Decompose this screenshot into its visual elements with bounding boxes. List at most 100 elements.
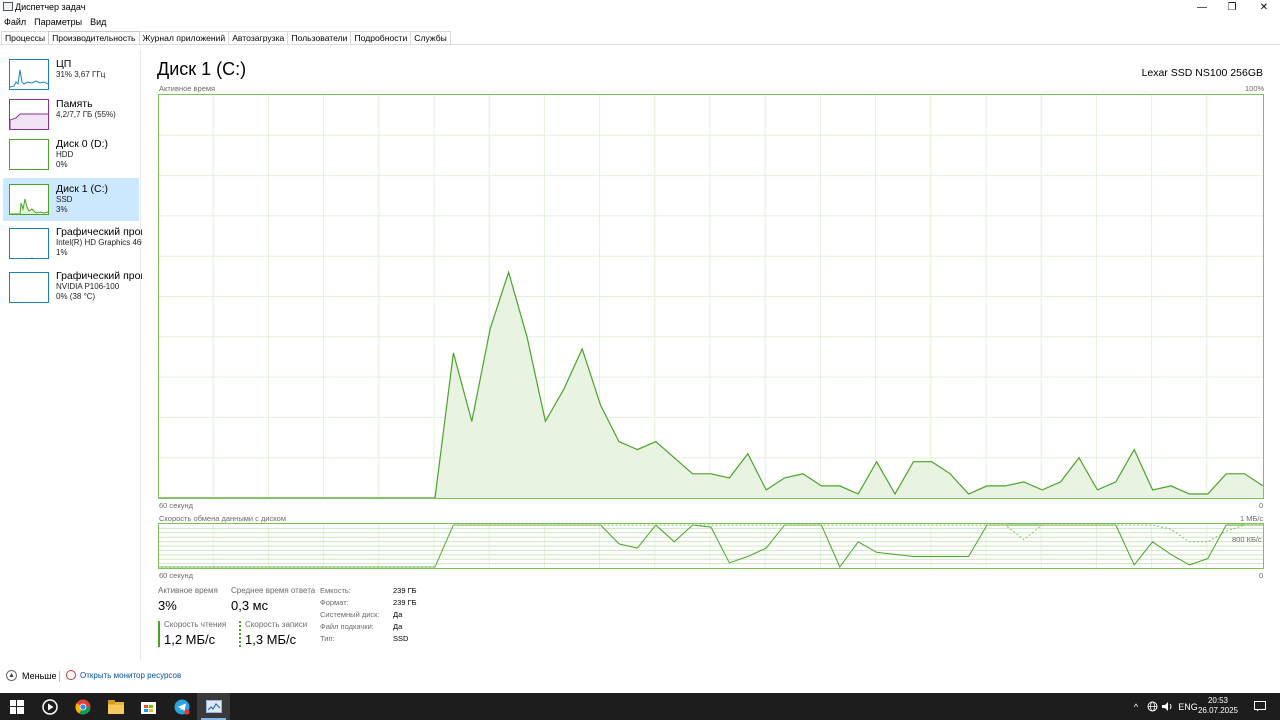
tab-users[interactable]: Пользователи <box>287 31 352 44</box>
write-legend-bar <box>239 621 241 647</box>
chrome-icon <box>74 699 91 715</box>
folder-icon <box>107 699 124 714</box>
taskbar-media-player[interactable] <box>33 693 66 720</box>
task-manager-taskbar-icon <box>205 699 222 713</box>
prop-value: Да <box>393 610 403 619</box>
sidebar-item-cpu[interactable]: ЦП 31% 3,67 ГГц <box>3 55 139 97</box>
disk1-thumbnail <box>9 184 49 215</box>
taskbar-clock[interactable]: 20:53 26.07.2025 <box>1196 696 1240 716</box>
fewer-details-button[interactable]: ▲ Меньше <box>6 670 57 681</box>
notifications-icon[interactable] <box>1250 693 1270 720</box>
tab-performance[interactable]: Производительность <box>48 31 140 45</box>
taskbar-chrome[interactable] <box>66 693 99 720</box>
sidebar-item-usage: 0% (38 °C) <box>56 292 96 301</box>
sidebar-item-label: Диск 1 (C:) <box>56 183 108 195</box>
prop-value: 239 ГБ <box>393 586 417 595</box>
resource-monitor-icon <box>66 670 76 680</box>
start-button[interactable] <box>0 693 33 720</box>
prop-key: Файл подкачки: <box>320 622 374 631</box>
transfer-x-label: 60 секунд <box>159 571 193 580</box>
active-time-graph <box>158 94 1264 499</box>
transfer-mid-label: 800 КБ/с <box>1232 535 1262 544</box>
read-legend-bar <box>158 621 160 647</box>
transfer-chart <box>159 524 1263 568</box>
page-title: Диск 1 (C:) <box>157 59 247 79</box>
prop-value: 239 ГБ <box>393 598 417 607</box>
network-icon[interactable] <box>1145 693 1159 720</box>
sidebar-item-label: Диск 0 (D:) <box>56 138 108 150</box>
taskbar-telegram[interactable] <box>165 693 198 720</box>
show-hidden-icons-button[interactable]: ^ <box>1129 693 1143 720</box>
prop-value: Да <box>393 622 403 631</box>
tab-strip: Процессы Производительность Журнал прило… <box>1 31 451 45</box>
window-title: Диспетчер задач <box>15 2 86 12</box>
transfer-max: 1 МБ/с <box>1240 514 1264 523</box>
performance-sidebar: ЦП 31% 3,67 ГГц Память 4,2/7,7 ГБ (55%) … <box>0 50 142 660</box>
sidebar-item-disk1[interactable]: Диск 1 (C:) SSD 3% <box>3 178 139 221</box>
sidebar-item-disk0[interactable]: Диск 0 (D:) HDD 0% <box>3 135 139 179</box>
prop-value: SSD <box>393 634 409 643</box>
sidebar-item-detail: HDD <box>56 150 74 159</box>
clock-time: 20:53 <box>1207 696 1229 705</box>
stat-read-value: 1,2 МБ/с <box>164 632 216 647</box>
sidebar-item-label: ЦП <box>56 58 72 70</box>
volume-icon[interactable] <box>1161 693 1175 720</box>
transfer-label: Скорость обмена данными с диском <box>159 514 286 523</box>
stat-active-time-label: Активное время <box>158 586 218 595</box>
language-indicator[interactable]: ENG <box>1178 693 1198 720</box>
taskbar-file-explorer[interactable] <box>99 693 132 720</box>
sidebar-item-memory[interactable]: Память 4,2/7,7 ГБ (55%) <box>3 95 139 137</box>
stat-response-value: 0,3 мс <box>231 598 269 613</box>
active-time-area <box>159 272 1263 498</box>
cpu-thumbnail <box>9 59 49 90</box>
stat-response-label: Среднее время ответа <box>231 586 316 595</box>
sidebar-item-gpu1[interactable]: Графический процессор 1 NVIDIA P106-100 … <box>3 267 142 311</box>
taskbar-store[interactable] <box>132 693 165 720</box>
footer-divider <box>59 671 60 682</box>
sidebar-item-usage: 3% <box>56 205 68 214</box>
tab-details[interactable]: Подробности <box>350 31 412 44</box>
active-time-series-line <box>159 270 1264 499</box>
sidebar-item-detail: 4,2/7,7 ГБ (55%) <box>56 110 116 119</box>
active-time-x-label: 60 секунд <box>159 501 193 510</box>
windows-logo-icon <box>9 699 24 714</box>
disk0-thumbnail <box>9 139 49 170</box>
menu-options[interactable]: Параметры <box>30 15 86 29</box>
sidebar-item-detail: SSD <box>56 195 73 204</box>
sidebar-item-detail: NVIDIA P106-100 <box>56 282 120 291</box>
open-resource-monitor-link[interactable]: Открыть монитор ресурсов <box>66 670 181 680</box>
tab-app-history[interactable]: Журнал приложений <box>138 31 230 44</box>
menu-bar: Файл Параметры Вид <box>0 15 110 29</box>
menu-view[interactable]: Вид <box>86 15 110 29</box>
resource-monitor-label: Открыть монитор ресурсов <box>80 670 182 680</box>
close-button[interactable]: ✕ <box>1248 0 1280 14</box>
chevron-up-icon: ▲ <box>6 670 17 681</box>
memory-thumbnail <box>9 99 49 130</box>
title-bar: Диспетчер задач — ❐ ✕ <box>0 0 1280 14</box>
task-manager-icon <box>3 2 13 11</box>
stat-active-time-value: 3% <box>158 598 177 613</box>
sidebar-item-detail: Intel(R) HD Graphics 4600 <box>56 238 142 247</box>
tab-services[interactable]: Службы <box>410 31 451 44</box>
sidebar-item-gpu0[interactable]: Графический процессор 0 Intel(R) HD Grap… <box>3 223 142 267</box>
stat-read-label: Скорость чтения <box>164 620 227 629</box>
gpu0-thumbnail <box>9 228 49 259</box>
sidebar-item-usage: 1% <box>56 248 68 257</box>
device-model: Lexar SSD NS100 256GB <box>1141 67 1263 79</box>
prop-key: Формат: <box>320 598 349 607</box>
transfer-zero: 0 <box>1259 571 1264 580</box>
prop-key: Емкость: <box>320 586 351 595</box>
store-icon <box>141 702 156 714</box>
sidebar-item-label: Графический процессор 0 <box>56 226 142 238</box>
menu-file[interactable]: Файл <box>0 15 30 29</box>
taskbar-task-manager[interactable] <box>197 693 230 720</box>
maximize-button[interactable]: ❐ <box>1216 0 1248 14</box>
tab-divider <box>0 44 1280 45</box>
tab-processes[interactable]: Процессы <box>1 31 50 44</box>
footer: ▲ Меньше Открыть монитор ресурсов <box>0 668 400 686</box>
telegram-icon <box>174 699 190 715</box>
minimize-button[interactable]: — <box>1186 0 1218 14</box>
sidebar-item-detail: 31% 3,67 ГГц <box>56 70 106 79</box>
fewer-details-label: Меньше <box>22 670 57 681</box>
tab-startup[interactable]: Автозагрузка <box>228 31 289 44</box>
